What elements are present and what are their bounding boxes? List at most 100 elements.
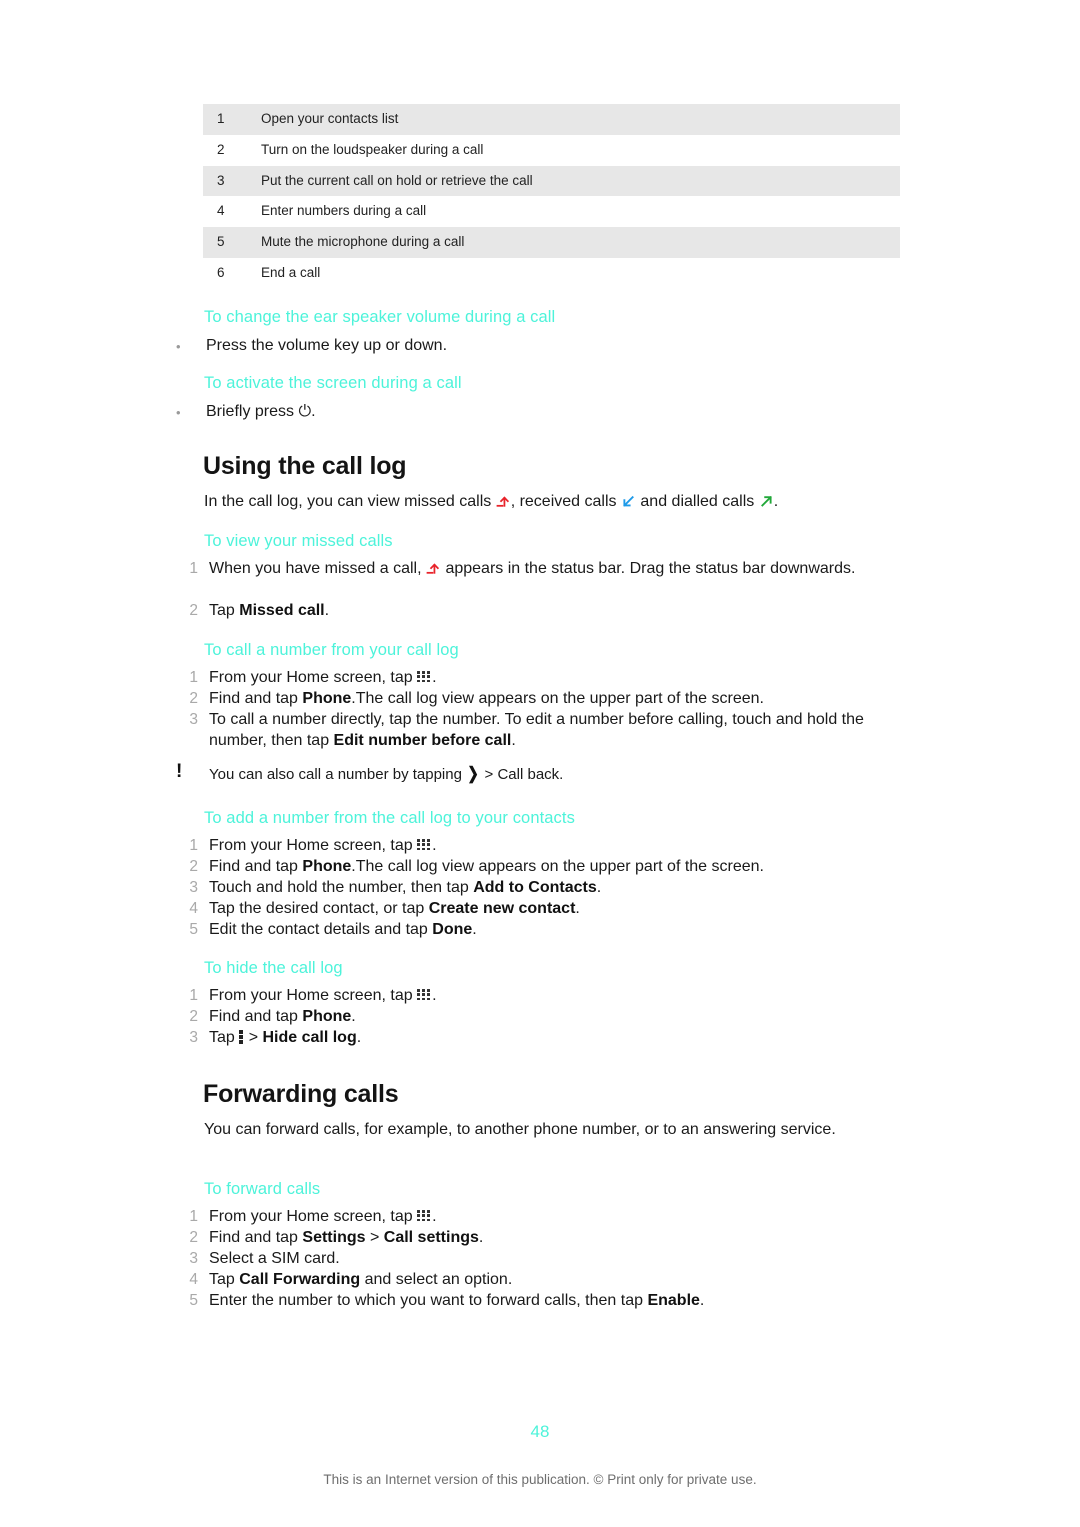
- heading-add-number-to-contacts: To add a number from the call log to you…: [204, 809, 575, 827]
- row-description: Open your contacts list: [261, 110, 399, 126]
- list-number: 1: [189, 987, 198, 1004]
- step-text-2: .The call log view appears on the upper …: [351, 858, 764, 875]
- table-row: 3 Put the current call on hold or retrie…: [203, 165, 900, 197]
- step-text-1: When you have missed a call,: [209, 560, 426, 577]
- app-drawer-grid-icon: [417, 1210, 432, 1223]
- list-number: 3: [189, 879, 198, 896]
- list-item: 2 Find and tap Phone.: [176, 1007, 886, 1028]
- list-number: 5: [189, 921, 198, 938]
- list-number: 2: [189, 1008, 198, 1025]
- list-text: From your Home screen, tap .: [209, 668, 876, 689]
- footer-copyright-note: This is an Internet version of this publ…: [323, 1472, 757, 1487]
- step-text-1: From your Home screen, tap: [209, 669, 418, 686]
- tip-callout: ! You can also call a number by tapping …: [176, 762, 876, 785]
- row-number: 6: [217, 264, 225, 280]
- app-drawer-grid-icon: [417, 989, 432, 1002]
- call-controls-legend-table: 1 Open your contacts list 2 Turn on the …: [203, 104, 900, 289]
- list-number: 2: [189, 602, 198, 619]
- app-drawer-grid-icon: [417, 839, 432, 852]
- step-text-2: .: [511, 731, 516, 749]
- step-text-1: Tap the desired contact, or tap: [209, 900, 429, 917]
- section-title-using-the-call-log: Using the call log: [203, 452, 407, 480]
- page-number: 48: [530, 1422, 550, 1441]
- step-text-1: Touch and hold the number, then tap: [209, 879, 474, 896]
- step-text-bold-1: Settings: [302, 1229, 366, 1246]
- list-item: 4 Tap the desired contact, or tap Create…: [176, 899, 886, 920]
- intro-text-1: In the call log, you can view missed cal…: [204, 493, 496, 510]
- bullet-dot: •: [176, 339, 181, 354]
- step-text-bold: Phone: [302, 858, 352, 875]
- step-text-2: .: [351, 1008, 356, 1025]
- step-text-2: .: [596, 879, 602, 896]
- list-text: Enter the number to which you want to fo…: [209, 1291, 886, 1312]
- list-item: 3 To call a number directly, tap the num…: [176, 710, 886, 752]
- missed-call-icon: [426, 563, 440, 574]
- list-text: Edit the contact details and tap Done.: [209, 920, 886, 941]
- intro-text-4: .: [773, 493, 779, 510]
- step-text-bold: Done: [432, 921, 473, 938]
- list-item: 3 Touch and hold the number, then tap Ad…: [176, 878, 886, 899]
- list-text: Tap Call Forwarding and select an option…: [209, 1270, 886, 1291]
- bullet-text: Press the volume key up or down.: [206, 337, 448, 354]
- power-button-icon: ⏻: [298, 403, 312, 420]
- step-text-1: Find and tap: [209, 1008, 303, 1025]
- heading-view-missed-calls: To view your missed calls: [204, 532, 393, 550]
- list-text: Tap > Hide call log.: [209, 1028, 886, 1049]
- list-text: Find and tap Phone.The call log view app…: [209, 857, 886, 878]
- list-text: From your Home screen, tap .: [209, 1207, 886, 1228]
- list-number: 3: [189, 1029, 198, 1046]
- list-text: Find and tap Phone.The call log view app…: [209, 689, 886, 710]
- row-description: Turn on the loudspeaker during a call: [261, 141, 484, 157]
- list-number: 4: [189, 900, 198, 917]
- list-item: 3 Select a SIM card.: [176, 1249, 886, 1270]
- heading-activate-screen: To activate the screen during a call: [204, 374, 462, 392]
- list-text: Touch and hold the number, then tap Add …: [209, 878, 886, 899]
- list-item: 5 Edit the contact details and tap Done.: [176, 920, 886, 941]
- bullet-text-suffix: .: [311, 403, 316, 420]
- row-number: 1: [217, 110, 225, 126]
- list-text: From your Home screen, tap .: [209, 836, 886, 857]
- tip-text-2: > Call back.: [480, 766, 564, 783]
- list-number: 2: [189, 1229, 198, 1246]
- step-text-bold: Call Forwarding: [239, 1271, 361, 1288]
- intro-text-3: and dialled calls: [635, 493, 759, 510]
- bullet-item: • Briefly press ⏻.: [176, 401, 896, 422]
- table-row: 2 Turn on the loudspeaker during a call: [203, 135, 900, 166]
- forwarding-calls-intro: You can forward calls, for example, to a…: [204, 1121, 836, 1138]
- step-text-2: .: [432, 987, 437, 1004]
- step-text-bold: Edit number before call: [333, 731, 512, 749]
- bullet-dot: •: [176, 405, 181, 420]
- list-text: Tap the desired contact, or tap Create n…: [209, 899, 886, 920]
- step-text-bold: Phone: [302, 1008, 352, 1025]
- list-text: Tap Missed call.: [209, 601, 876, 622]
- row-description: End a call: [261, 264, 321, 280]
- list-item: 1 From your Home screen, tap .: [176, 668, 876, 689]
- step-text-3: .: [356, 1029, 362, 1046]
- heading-call-number-from-call-log: To call a number from your call log: [204, 641, 459, 659]
- step-text-1: Edit the contact details and tap: [209, 921, 433, 938]
- step-text-2: .: [575, 900, 580, 917]
- step-text-bold: Hide call log: [262, 1029, 357, 1046]
- step-text-1: From your Home screen, tap: [209, 837, 418, 854]
- list-number: 2: [189, 858, 198, 875]
- step-text-bold: Enable: [647, 1292, 700, 1309]
- list-item: 1 From your Home screen, tap .: [176, 986, 886, 1007]
- step-text-2: appears in the status bar. Drag the stat…: [441, 560, 856, 577]
- step-text-2: .The call log view appears on the upper …: [351, 690, 764, 707]
- list-item: 4 Tap Call Forwarding and select an opti…: [176, 1270, 886, 1291]
- step-text-bold: Phone: [302, 690, 352, 707]
- step-text-1: Enter the number to which you want to fo…: [209, 1292, 648, 1309]
- list-item: 5 Enter the number to which you want to …: [176, 1291, 886, 1312]
- step-text-bold: Add to Contacts: [473, 879, 597, 896]
- step-text-1: Find and tap: [209, 690, 303, 707]
- step-text-2: .: [324, 602, 330, 619]
- list-text: When you have missed a call, appears in …: [209, 559, 876, 580]
- list-item: 3 Tap > Hide call log.: [176, 1028, 886, 1049]
- using-call-log-intro: In the call log, you can view missed cal…: [204, 491, 904, 512]
- step-text-bold-2: Call settings: [383, 1229, 479, 1246]
- step-text-1: To call a number directly, tap the numbe…: [209, 711, 864, 749]
- step-text-bold: Missed call: [239, 602, 325, 619]
- dialled-call-icon: [760, 496, 772, 507]
- heading-forward-calls: To forward calls: [204, 1180, 321, 1198]
- tip-text-1: You can also call a number by tapping: [209, 766, 467, 783]
